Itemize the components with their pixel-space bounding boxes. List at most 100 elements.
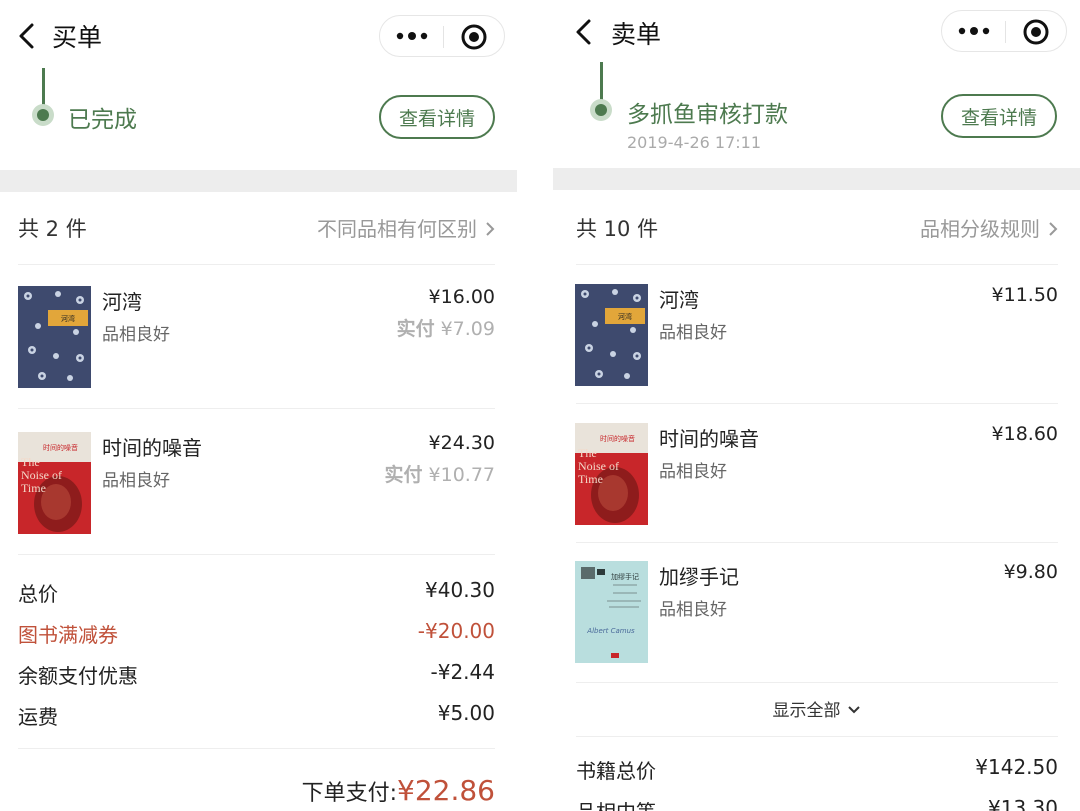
more-dots-icon[interactable] (952, 16, 996, 46)
summary-label: 书籍总价 (576, 759, 656, 783)
summary-value: ¥5.00 (437, 701, 495, 725)
summary-value: -¥20.00 (417, 619, 495, 643)
book-cover-noise-of-time: 时间的噪音 The Noise of Time (575, 423, 648, 525)
cover-title-cn: 时间的噪音 (600, 434, 635, 443)
summary-label: 图书满减券 (18, 623, 118, 647)
order-status: 多抓鱼审核打款 (627, 102, 788, 128)
condition-difference-link[interactable]: 不同品相有何区别 (317, 213, 495, 242)
cover-line-3: Time (21, 481, 46, 495)
divider (576, 403, 1058, 404)
list-item[interactable]: 时间的噪音 The Noise of Time 时间的噪音 品相良好 ¥24.3… (18, 432, 495, 536)
nav-bar: 卖单 (553, 0, 1080, 70)
show-all-button[interactable]: 显示全部 (553, 696, 1080, 721)
book-condition: 品相良好 (659, 600, 727, 620)
cover-line-2: Noise of (578, 459, 619, 473)
summary-label: 总价 (18, 582, 58, 606)
summary-value: ¥13.30 (988, 796, 1058, 811)
divider (576, 736, 1058, 737)
total-value: ¥22.86 (397, 774, 495, 807)
chevron-down-icon (847, 706, 860, 714)
book-cover-river-bend: 河湾 (18, 286, 91, 388)
nav-bar: 买单 (0, 0, 517, 70)
book-condition: 品相良好 (659, 462, 727, 482)
summary-value: ¥40.30 (425, 578, 495, 602)
summary-row-balance-discount: 余额支付优惠 -¥2.44 (18, 660, 495, 690)
grading-link-label: 品相分级规则 (920, 217, 1040, 241)
book-price: ¥16.00 (428, 286, 495, 308)
grading-rules-link[interactable]: 品相分级规则 (920, 213, 1058, 242)
status-timeline-dot (32, 104, 54, 126)
divider (18, 748, 495, 749)
book-price: ¥9.80 (1003, 561, 1058, 583)
view-details-button[interactable]: 查看详情 (941, 94, 1057, 138)
target-icon[interactable] (460, 23, 488, 51)
list-item[interactable]: 加缪手记 Albert Camus 加缪手记 品相良好 ¥9.80 (575, 561, 1058, 665)
condition-link-label: 不同品相有何区别 (317, 217, 477, 241)
book-condition: 品相良好 (102, 471, 170, 491)
item-count-row: 共 2 件 不同品相有何区别 (18, 213, 495, 243)
summary-row-books-total: 书籍总价 ¥142.50 (576, 755, 1058, 785)
status-timeline-dot (590, 99, 612, 121)
capsule-divider (1005, 21, 1006, 43)
summary-value: ¥142.50 (975, 755, 1058, 779)
paid-amount: 实付 ¥7.09 (397, 314, 495, 341)
list-item[interactable]: 河湾 河湾 品相良好 ¥16.00 实付 ¥7.09 (18, 286, 495, 390)
cover-small-title: 河湾 (618, 312, 632, 321)
book-title: 加缪手记 (659, 565, 739, 589)
book-price: ¥24.30 (428, 432, 495, 454)
book-cover-noise-of-time: 时间的噪音 The Noise of Time (18, 432, 91, 534)
divider (576, 682, 1058, 683)
back-chevron-icon[interactable] (573, 18, 595, 46)
item-count: 共 10 件 (576, 217, 659, 241)
book-price: ¥11.50 (991, 284, 1058, 306)
page-title: 买单 (52, 23, 103, 52)
buy-order-panel: 买单 已完成 查看详情 共 2 件 不同品相有何区别 河湾 河湾 品相良好 ¥1… (0, 0, 517, 811)
paid-label: 实付 (384, 464, 423, 486)
sell-order-panel: 卖单 多抓鱼审核打款 2019-4-26 17:11 查看详情 共 10 件 品… (553, 0, 1080, 811)
book-price: ¥18.60 (991, 423, 1058, 445)
paid-value: ¥10.77 (428, 464, 495, 486)
divider (576, 542, 1058, 543)
summary-row-condition-medium: 品相中等 ¥13.30 (576, 796, 1058, 811)
cover-line-3: Time (578, 472, 603, 486)
summary-value: -¥2.44 (430, 660, 495, 684)
section-gap (0, 170, 517, 192)
capsule-divider (443, 26, 444, 48)
list-item[interactable]: 时间的噪音 The Noise of Time 时间的噪音 品相良好 ¥18.6… (575, 423, 1058, 527)
status-timestamp: 2019-4-26 17:11 (627, 133, 761, 152)
mini-program-capsule (379, 15, 505, 57)
status-timeline-line (42, 68, 45, 108)
order-payment-total: 下单支付:¥22.86 (302, 774, 495, 807)
list-item[interactable]: 河湾 河湾 品相良好 ¥11.50 (575, 284, 1058, 388)
order-status: 已完成 (68, 107, 137, 133)
summary-label: 运费 (18, 705, 58, 729)
book-title: 时间的噪音 (102, 436, 202, 460)
paid-value: ¥7.09 (440, 318, 495, 340)
book-cover-river-bend: 河湾 (575, 284, 648, 386)
cover-line-1: The (578, 446, 597, 460)
cover-line-2: Noise of (21, 468, 62, 482)
book-condition: 品相良好 (102, 325, 170, 345)
page-title: 卖单 (611, 20, 662, 49)
target-icon[interactable] (1022, 18, 1050, 46)
summary-row-total: 总价 ¥40.30 (18, 578, 495, 608)
paid-label: 实付 (396, 318, 435, 340)
book-cover-camus-notebooks: 加缪手记 Albert Camus (575, 561, 648, 663)
summary-label: 品相中等 (576, 796, 656, 811)
chevron-right-icon (1049, 222, 1058, 236)
view-details-button[interactable]: 查看详情 (379, 95, 495, 139)
book-title: 时间的噪音 (659, 427, 759, 451)
cover-small-title: 河湾 (61, 314, 75, 323)
item-count: 共 2 件 (18, 217, 87, 241)
cover-script: Albert Camus (586, 627, 635, 635)
more-dots-icon[interactable] (390, 21, 434, 51)
total-label: 下单支付: (301, 781, 398, 806)
back-chevron-icon[interactable] (16, 22, 38, 50)
item-count-row: 共 10 件 品相分级规则 (576, 213, 1058, 243)
divider (18, 264, 495, 265)
divider (18, 554, 495, 555)
book-title: 河湾 (659, 288, 699, 312)
cover-title-cn: 加缪手记 (611, 572, 639, 581)
section-gap (553, 168, 1080, 190)
divider (18, 408, 495, 409)
